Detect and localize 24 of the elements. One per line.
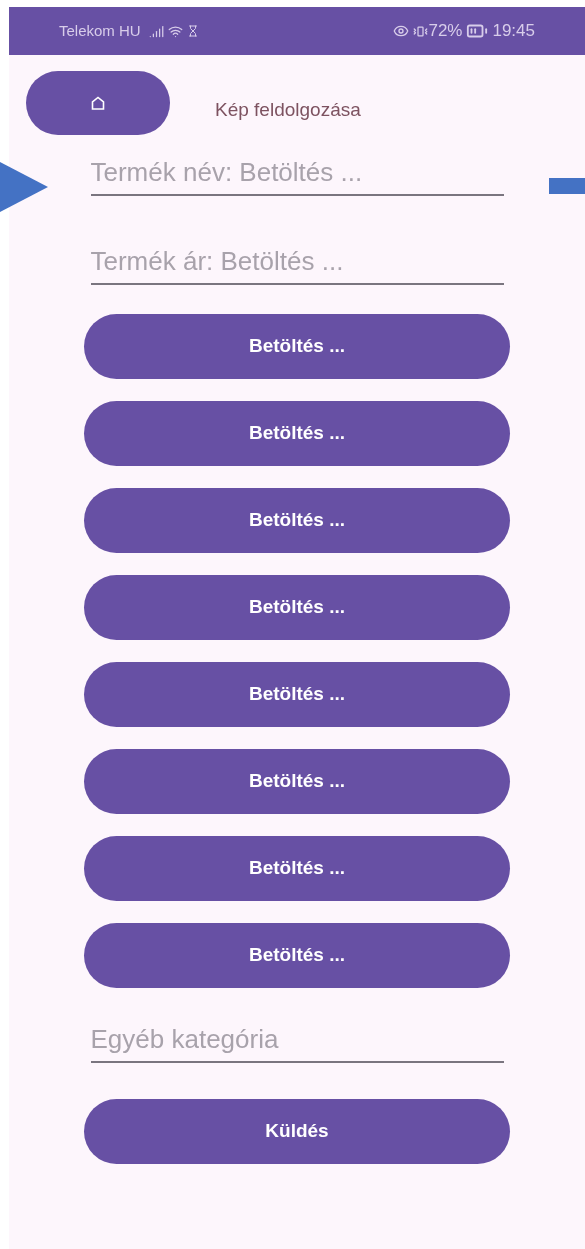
submit-button[interactable]: Küldés xyxy=(84,1099,510,1164)
pointer-triangle xyxy=(0,162,48,212)
loading-button[interactable]: Betöltés ... xyxy=(84,749,510,814)
pointer-bar xyxy=(549,178,585,194)
loading-button[interactable]: Betöltés ... xyxy=(84,923,510,988)
text-field[interactable]: Termék ár: Betöltés ... xyxy=(90,239,504,285)
page-title: Kép feldolgozása xyxy=(215,97,361,122)
loading-button[interactable]: Betöltés ... xyxy=(84,836,510,901)
clock-time: 19:45 xyxy=(492,20,535,43)
wifi-icon xyxy=(167,23,183,39)
vibrate-icon xyxy=(413,23,429,39)
loading-button[interactable]: Betöltés ... xyxy=(84,401,510,466)
signal-icon xyxy=(148,23,164,39)
battery-percent: 72% xyxy=(428,20,463,43)
carrier-name: Telekom HU xyxy=(59,20,141,41)
eye-icon xyxy=(393,23,410,39)
loading-button[interactable]: Betöltés ... xyxy=(84,575,510,640)
loading-button[interactable]: Betöltés ... xyxy=(84,662,510,727)
text-field[interactable]: Termék név: Betöltés ... xyxy=(90,150,504,196)
home-icon xyxy=(91,96,105,110)
loading-button[interactable]: Betöltés ... xyxy=(84,314,510,379)
hourglass-icon xyxy=(186,25,199,37)
loading-button[interactable]: Betöltés ... xyxy=(84,488,510,553)
text-field[interactable]: Egyéb kategória xyxy=(90,1017,504,1063)
